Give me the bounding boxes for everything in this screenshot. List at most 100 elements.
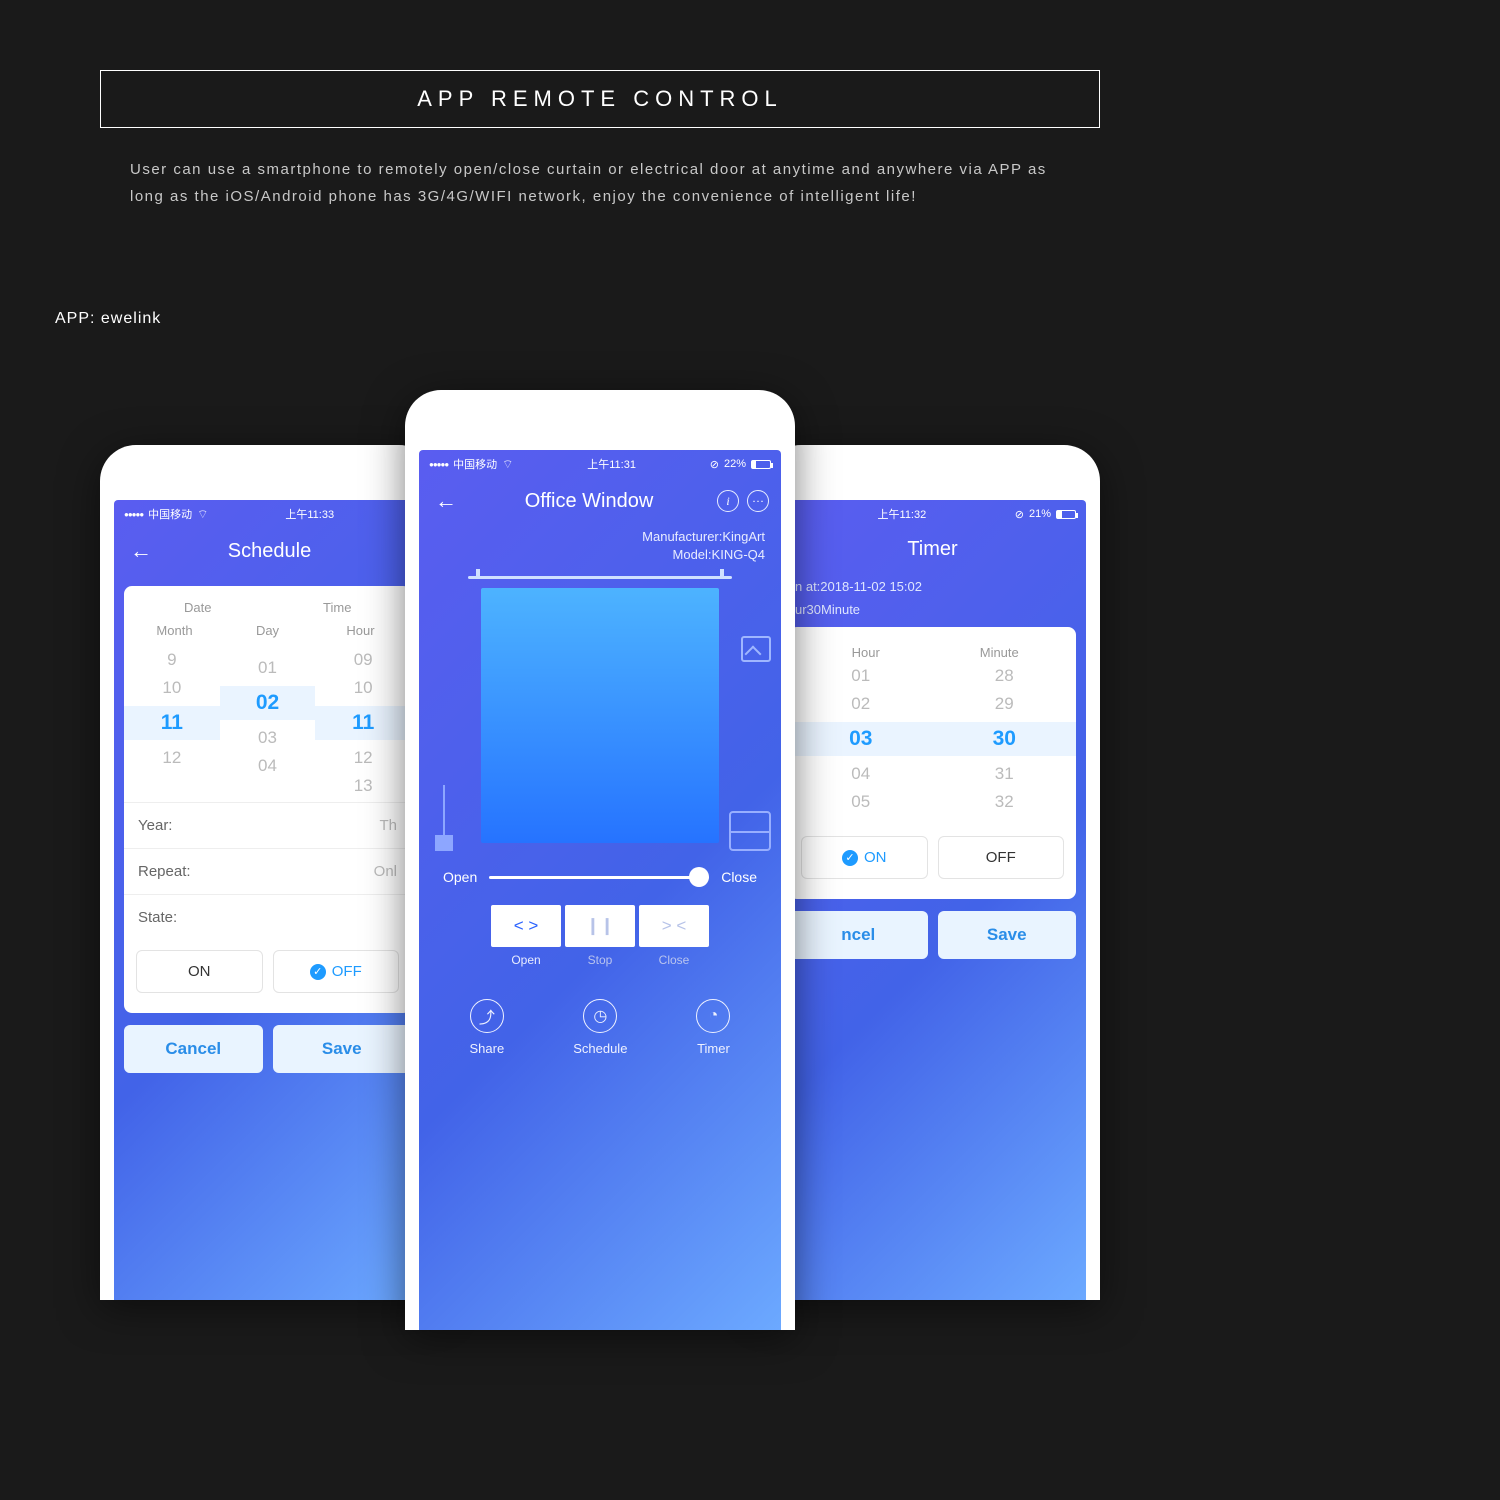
state-on-button[interactable]: ✓ON [801,836,928,879]
picker-value[interactable]: 01 [258,658,277,678]
slider-knob[interactable] [689,867,709,887]
run-at-label: n at:2018-11-02 15:02 [779,575,1086,598]
picker-value[interactable]: 11 [124,706,220,740]
banner-title: APP REMOTE CONTROL [100,70,1100,128]
state-off-button[interactable]: ✓OFF [273,950,400,993]
plant-icon [433,781,455,851]
position-slider[interactable] [489,876,709,879]
phone-schedule: 中国移动 上午11:33 ← Schedule Date Time Month … [100,445,435,1300]
banner-description: User can use a smartphone to remotely op… [130,156,1070,210]
status-bar: 上午11:32 ⊘ 21% [779,500,1086,528]
share-icon: ⤴ [470,999,504,1033]
carrier-label: 中国移动 [453,456,497,472]
picker-value[interactable]: 9 [167,650,176,670]
state-on-button[interactable]: ON [136,950,263,993]
signal-icon [124,508,143,520]
open-button[interactable]: < > [491,905,561,947]
stop-button[interactable]: ❙❙ [565,905,635,947]
col-hour: Hour [314,623,407,638]
picker-value[interactable]: 29 [995,694,1014,714]
more-icon[interactable] [747,490,769,512]
picker-value[interactable]: 01 [851,666,870,686]
status-bar: 中国移动 上午11:33 [114,500,421,528]
picker-value[interactable]: 02 [851,694,870,714]
picker-value[interactable]: 11 [315,706,411,740]
picker-value[interactable]: 32 [995,792,1014,812]
picker-value[interactable]: 03 [789,722,933,756]
page-title: Office Window [461,490,717,513]
picker-value[interactable]: 10 [162,678,181,698]
battery-label: 21% [1029,508,1051,520]
close-label: Close [639,953,709,967]
picker-value[interactable]: 31 [995,764,1014,784]
back-button[interactable]: ← [126,538,156,564]
rotation-lock-icon: ⊘ [710,458,719,471]
phone-row: 中国移动 上午11:33 ← Schedule Date Time Month … [0,390,1200,1330]
signal-icon [429,458,448,470]
col-month: Month [128,623,221,638]
open-label: Open [491,953,561,967]
wifi-icon [502,457,513,472]
rotation-lock-icon: ⊘ [1015,508,1024,521]
stop-label: Stop [565,953,635,967]
clock-icon: ◷ [583,999,617,1033]
close-button[interactable]: > < [639,905,709,947]
check-icon: ✓ [842,850,858,866]
battery-icon [1056,510,1076,519]
phone-device: 中国移动 上午11:31 ⊘ 22% ← Office Window i Manu… [405,390,795,1330]
status-bar: 中国移动 上午11:31 ⊘ 22% [419,450,781,478]
repeat-value[interactable]: Onl [374,863,397,880]
picker-value[interactable]: 04 [258,756,277,776]
picture-icon [741,636,771,662]
curtain-illustration [435,576,765,851]
state-off-button[interactable]: OFF [938,836,1065,879]
cancel-button[interactable]: Cancel [124,1025,263,1073]
slider-open-label: Open [443,869,477,885]
picker-value[interactable]: 12 [354,748,373,768]
check-icon: ✓ [310,964,326,980]
picker-value[interactable]: 02 [220,686,316,720]
picker-value[interactable]: 10 [354,678,373,698]
slider-close-label: Close [721,869,757,885]
picker-value[interactable]: 13 [354,776,373,796]
year-label: Year: [138,817,172,834]
carrier-label: 中国移动 [148,506,192,522]
time-picker[interactable]: 01 02 03 04 05 28 29 30 31 32 [789,660,1076,818]
tab-time[interactable]: Time [268,600,408,615]
nav-schedule[interactable]: ◷Schedule [573,999,627,1056]
save-button[interactable]: Save [938,911,1077,959]
nav-share[interactable]: ⤴Share [470,999,505,1056]
dresser-icon [729,811,771,851]
col-day: Day [221,623,314,638]
back-button[interactable]: ← [431,488,461,514]
picker-value[interactable]: 30 [933,722,1077,756]
model-label: Model:KING-Q4 [435,546,765,564]
picker-value[interactable]: 09 [354,650,373,670]
app-name-label: APP: ewelink [55,310,1200,328]
battery-icon [751,460,771,469]
page-title: Schedule [156,540,383,563]
state-label: State: [138,909,177,926]
repeat-label: Repeat: [138,863,191,880]
col-hour: Hour [799,645,933,660]
save-button[interactable]: Save [273,1025,412,1073]
picker-value[interactable]: 28 [995,666,1014,686]
date-picker[interactable]: 9 10 11 12 01 02 03 04 09 10 11 12 13 [124,644,411,802]
page-title: Timer [817,538,1048,561]
battery-label: 22% [724,458,746,470]
clock-label: 上午11:33 [285,506,334,522]
picker-value[interactable]: 12 [162,748,181,768]
picker-value[interactable]: 03 [258,728,277,748]
col-minute: Minute [933,645,1067,660]
picker-value[interactable]: 05 [851,792,870,812]
clock-label: 上午11:32 [878,506,927,522]
tab-date[interactable]: Date [128,600,268,615]
cancel-button[interactable]: ncel [789,911,928,959]
year-value[interactable]: Th [379,817,397,834]
picker-value[interactable]: 04 [851,764,870,784]
manufacturer-label: Manufacturer:KingArt [435,528,765,546]
info-icon[interactable]: i [717,490,739,512]
phone-timer: 上午11:32 ⊘ 21% Timer n at:2018-11-02 15:02… [765,445,1100,1300]
clock-label: 上午11:31 [587,456,636,472]
nav-timer[interactable]: ◔Timer [696,999,730,1056]
